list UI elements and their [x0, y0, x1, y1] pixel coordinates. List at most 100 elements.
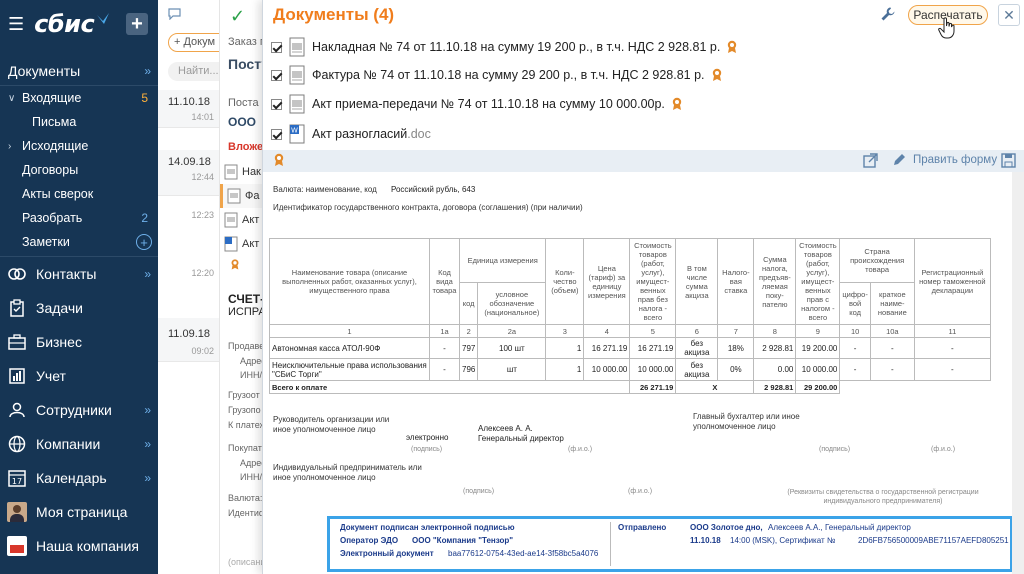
- sidebar-item-calendar[interactable]: 17 Календарь »: [0, 461, 158, 495]
- sidebar-item-incoming[interactable]: ∨ Входящие 5: [0, 86, 158, 110]
- chat-icon[interactable]: [168, 8, 181, 23]
- sidebar-item-employees[interactable]: Сотрудники »: [0, 393, 158, 427]
- save-icon[interactable]: [1001, 153, 1016, 171]
- chevron-right-icon[interactable]: »: [144, 403, 150, 417]
- cell: -: [429, 337, 460, 359]
- add-note-icon[interactable]: +: [136, 234, 152, 250]
- sidebar-item-accounting[interactable]: Учет: [0, 359, 158, 393]
- calendar-day: 17: [12, 477, 22, 486]
- open-external-icon[interactable]: [863, 153, 878, 171]
- menu-icon[interactable]: ☰: [8, 15, 24, 33]
- chevron-right-icon[interactable]: »: [144, 267, 150, 281]
- sidebar-section-documents[interactable]: Документы »: [0, 56, 158, 86]
- document-checkbox[interactable]: [271, 128, 282, 140]
- sidebar-item-our-company[interactable]: Наша компания: [0, 529, 158, 563]
- stamp-signed: Документ подписан электронной подписью: [340, 523, 515, 532]
- field-label: ИНН/: [240, 472, 262, 482]
- document-label-name: Акт разногласий: [312, 127, 408, 141]
- sidebar-item-contacts[interactable]: Контакты »: [0, 257, 158, 291]
- document-icon: [224, 212, 238, 228]
- create-button[interactable]: +: [126, 13, 148, 35]
- document-row[interactable]: Накладная № 74 от 11.10.18 на сумму 19 2…: [271, 36, 738, 58]
- document-checkbox[interactable]: [271, 69, 282, 81]
- chevron-right-icon[interactable]: »: [144, 437, 150, 451]
- document-row[interactable]: Фактура № 74 от 11.10.18 на сумму 29 200…: [271, 64, 723, 86]
- sidebar-item-letters[interactable]: Письма: [0, 110, 158, 134]
- list-item[interactable]: 11.10.18 14:01: [158, 90, 219, 128]
- wrench-icon[interactable]: [880, 6, 896, 25]
- sidebar-item-outgoing[interactable]: › Исходящие: [0, 134, 158, 158]
- sidebar-item-reconciliation[interactable]: Акты сверок: [0, 182, 158, 206]
- cell: Автономная касса АТОЛ-90Ф: [269, 337, 430, 359]
- list-item-time: 12:23: [191, 210, 214, 220]
- signature-seal-icon: [728, 40, 737, 53]
- stamp-sent-label: Отправлено: [618, 523, 666, 532]
- colnum: 11: [913, 324, 991, 338]
- list-item[interactable]: 12:20: [158, 260, 219, 290]
- chevron-right-icon[interactable]: »: [144, 471, 150, 485]
- head-name: Алексеев А. А. Генеральный директор: [478, 424, 564, 443]
- attachment-label: Акт: [242, 214, 260, 226]
- chevron-right-icon[interactable]: »: [144, 64, 150, 78]
- cell: -: [839, 358, 871, 381]
- employees-icon: [7, 400, 27, 420]
- sidebar-item-companies[interactable]: Компании »: [0, 427, 158, 461]
- check-icon[interactable]: ✓: [230, 6, 245, 27]
- document-checkbox[interactable]: [271, 98, 282, 110]
- list-item[interactable]: 11.09.18 09:02: [158, 318, 219, 362]
- cell: 29 200.00: [795, 380, 841, 394]
- cell: 16 271.19: [629, 337, 677, 359]
- sidebar-item-business[interactable]: Бизнес: [0, 325, 158, 359]
- preview-toolbar: Править форму: [263, 150, 1024, 172]
- document-checkbox[interactable]: [271, 41, 282, 53]
- sidebar-section-label: Наша компания: [36, 538, 139, 554]
- sidebar-item-tasks[interactable]: Задачи: [0, 291, 158, 325]
- invoice-file-icon: [289, 65, 305, 85]
- sidebar-item-label: Исходящие: [22, 139, 89, 153]
- card-org: ООО: [228, 115, 257, 129]
- document-row[interactable]: W Акт разногласий.doc: [271, 123, 431, 145]
- edit-form-link[interactable]: Править форму: [913, 154, 997, 166]
- col-header: Стоимость товаров (работ, услуг), имущес…: [629, 238, 677, 325]
- sidebar-item-label: Акты сверок: [22, 187, 94, 201]
- cell: 10 000.00: [583, 358, 631, 381]
- preview-scrollbar[interactable]: [1012, 172, 1024, 574]
- colnum: 8: [753, 324, 797, 338]
- col-header: Регистрационный номер таможенной деклара…: [913, 238, 991, 325]
- stamp-divider: [610, 522, 611, 566]
- attachment-label: Нак: [242, 166, 261, 178]
- accounting-icon: [7, 366, 27, 386]
- sidebar-sections: Контакты » Задачи Бизнес Учет Сотрудники…: [0, 256, 158, 563]
- sidebar-item-notes[interactable]: Заметки +: [0, 230, 158, 254]
- chevron-down-icon[interactable]: ∨: [8, 93, 15, 104]
- cell: 100 шт: [477, 337, 547, 359]
- electronic-signature-stamp: Документ подписан электронной подписью О…: [327, 516, 1013, 572]
- stamp-doc: Электронный документ: [340, 549, 434, 558]
- signature-seal-icon: [712, 68, 721, 81]
- sidebar-item-contracts[interactable]: Договоры: [0, 158, 158, 182]
- stamp-sent: Отправлено: [618, 523, 667, 532]
- list-item[interactable]: 14.09.18 12:44: [158, 150, 219, 196]
- pencil-icon[interactable]: [892, 153, 906, 170]
- stamp-doc-label: Электронный документ: [340, 549, 434, 558]
- document-preview: Валюта: наименование, код Российский руб…: [263, 172, 1013, 574]
- calendar-icon: 17: [7, 468, 27, 488]
- document-row[interactable]: Акт приема-передачи № 74 от 11.10.18 на …: [271, 93, 683, 115]
- new-document-button[interactable]: + Докум: [168, 33, 219, 52]
- list-item[interactable]: 12:23: [158, 202, 219, 232]
- close-button[interactable]: ✕: [998, 4, 1020, 26]
- search-input[interactable]: Найти...: [168, 62, 219, 81]
- tasks-icon: [7, 298, 27, 318]
- document-icon: [224, 164, 238, 180]
- comment-input[interactable]: (описани: [228, 557, 265, 567]
- sidebar-item-sort[interactable]: Разобрать 2: [0, 206, 158, 230]
- stamp-operator-label: Оператор ЭДО: [340, 536, 398, 545]
- cell: Неисключительные права использования "СБ…: [269, 358, 430, 381]
- sidebar-section-label: Учет: [36, 368, 66, 384]
- sbis-logo[interactable]: сбис: [34, 10, 110, 38]
- companies-icon: [7, 434, 27, 454]
- dialog-title: Документы (4): [273, 5, 395, 24]
- colnum: 10а: [869, 324, 915, 338]
- sidebar-item-my-page[interactable]: Моя страница: [0, 495, 158, 529]
- chevron-right-icon[interactable]: ›: [8, 141, 11, 152]
